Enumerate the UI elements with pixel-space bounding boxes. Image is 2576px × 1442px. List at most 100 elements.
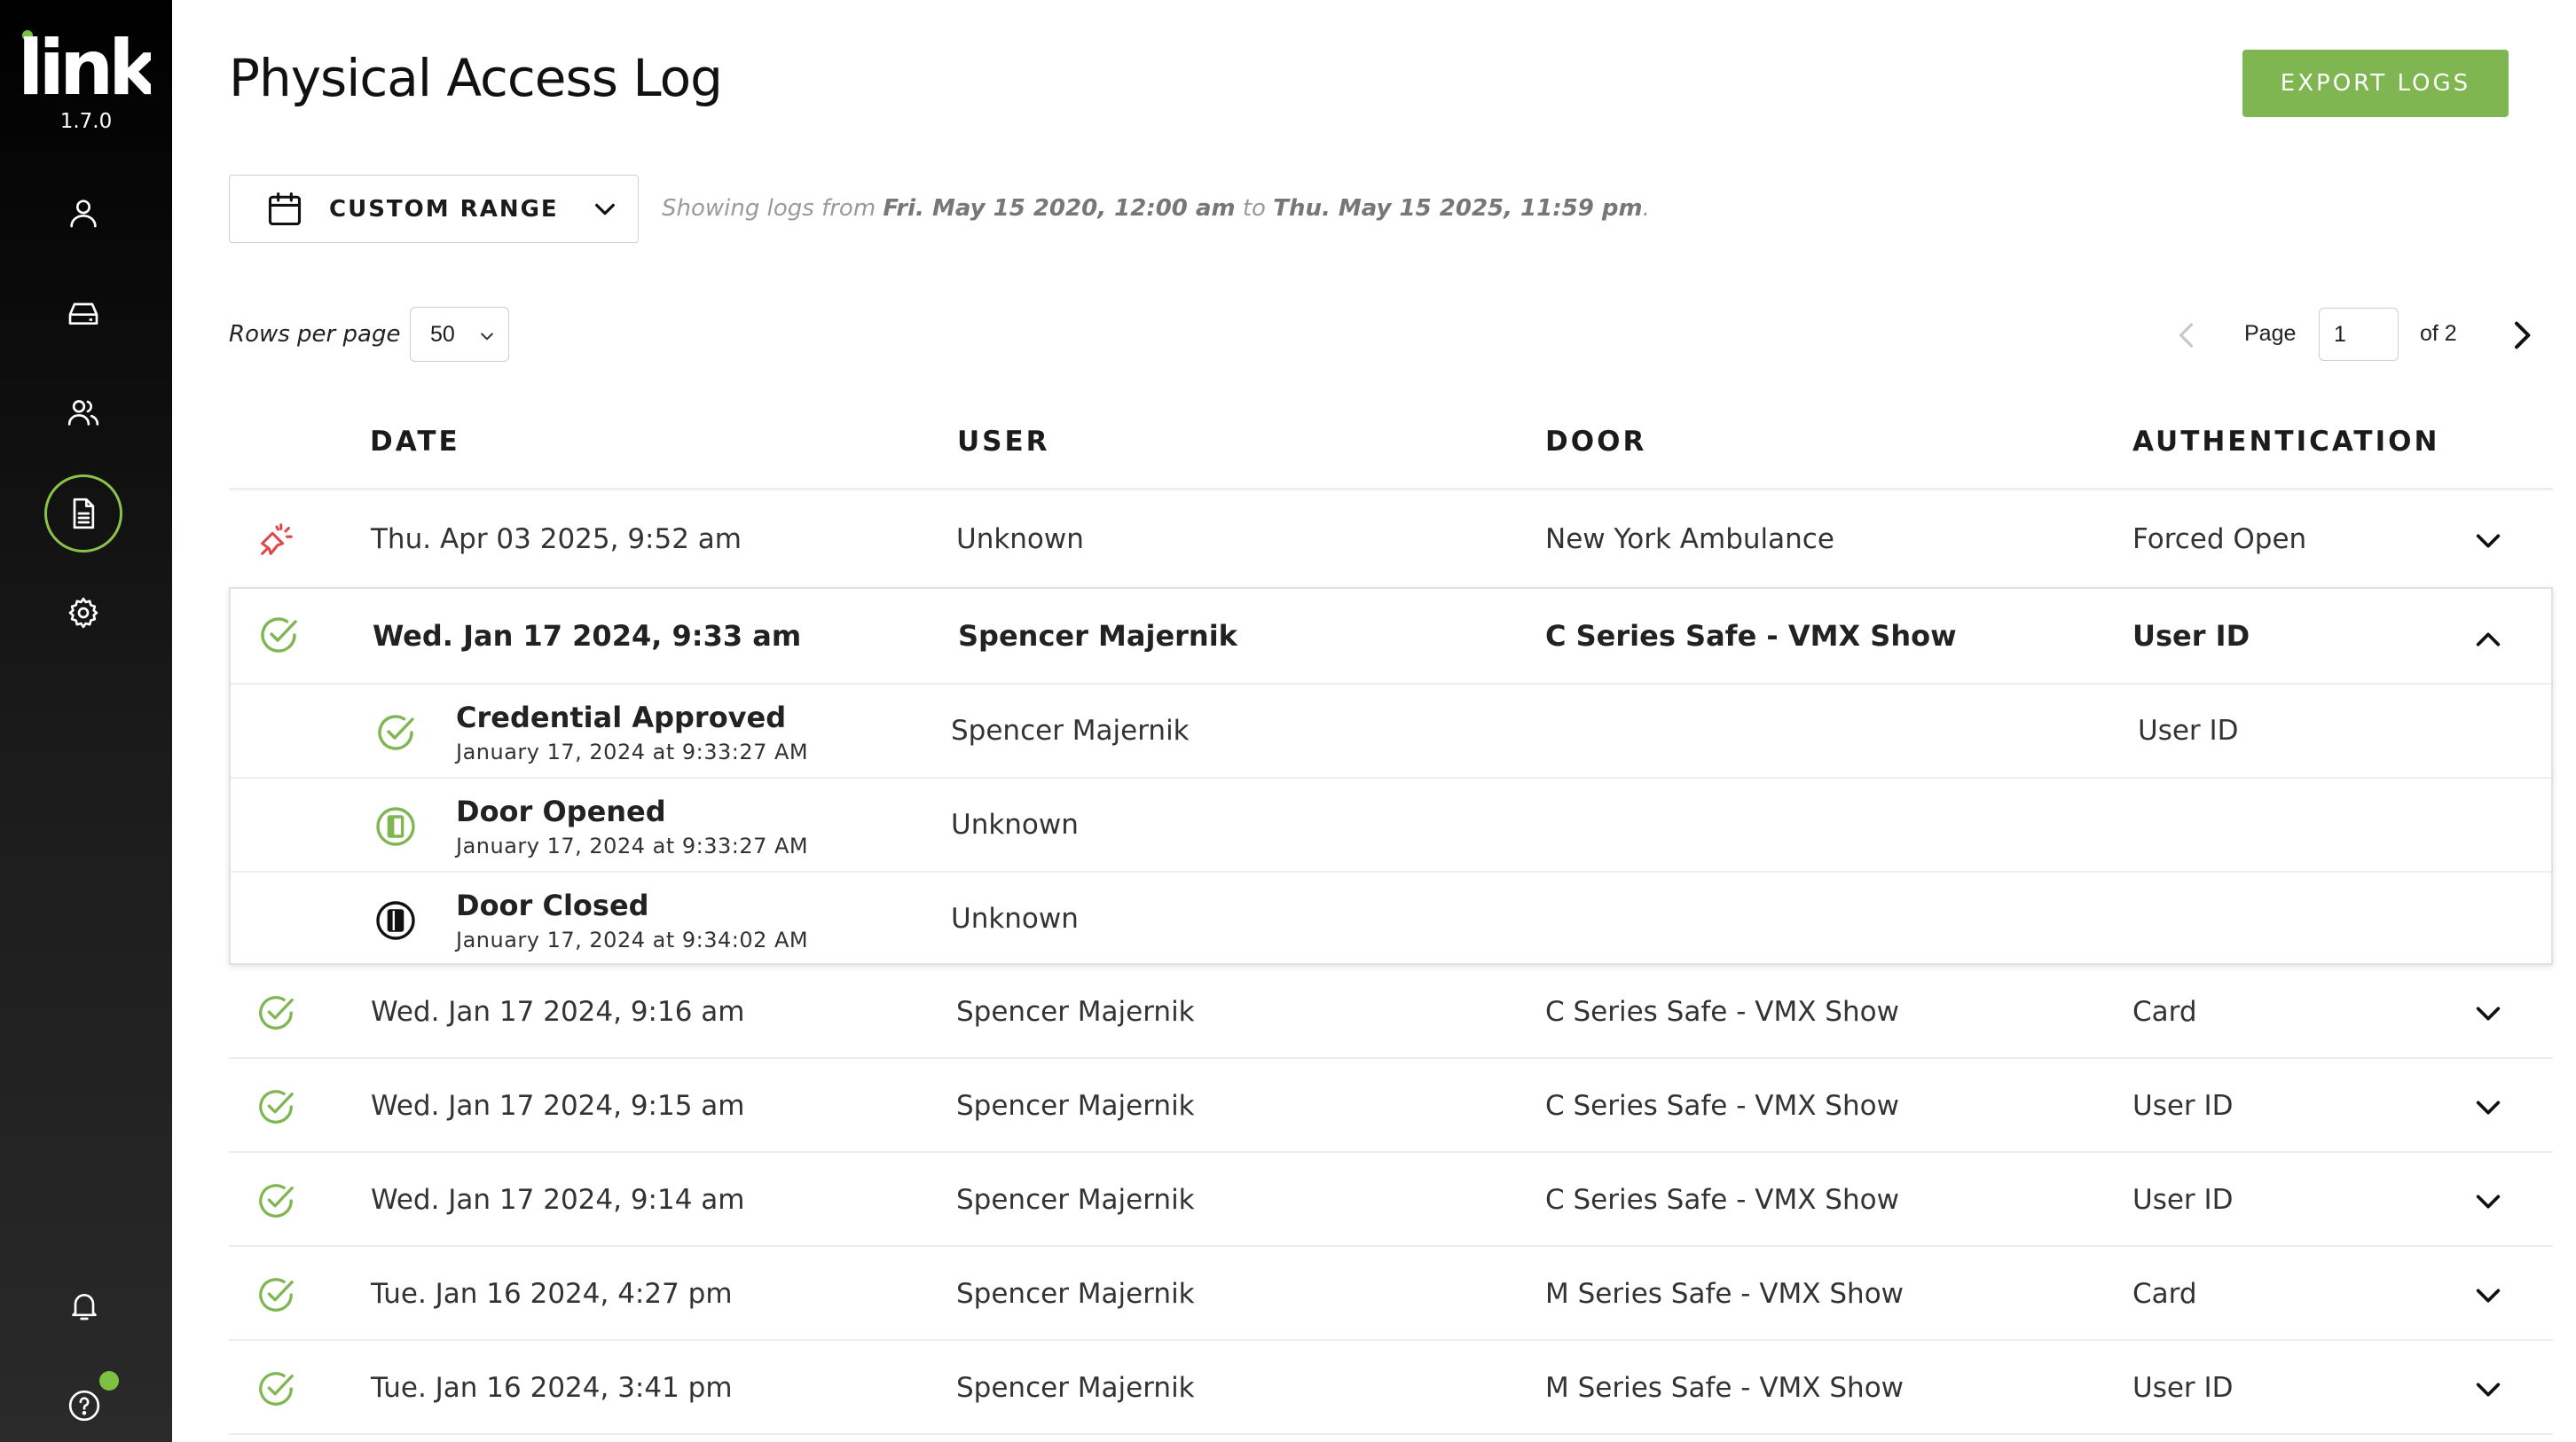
event-credential-approved: Credential Approved January 17, 2024 at …: [231, 683, 2551, 777]
row-door: C Series Safe - VMX Show: [1545, 996, 1899, 1028]
chevron-down-icon[interactable]: [2473, 1093, 2503, 1123]
event-time: January 17, 2024 at 9:33:27 AM: [456, 834, 809, 858]
table-row[interactable]: Wed. Jan 17 2024, 9:33 am Spencer Majern…: [231, 589, 2551, 683]
chevron-down-icon[interactable]: [2473, 1375, 2503, 1405]
table-row[interactable]: Tue. Jan 16 2024, 3:41 pm Spencer Majern…: [229, 1341, 2553, 1435]
custom-range-dropdown[interactable]: CUSTOM RANGE: [229, 175, 639, 243]
event-door-closed: Door Closed January 17, 2024 at 9:34:02 …: [231, 871, 2551, 965]
door-opened-icon: [376, 807, 415, 846]
page-number-input[interactable]: [2319, 308, 2399, 361]
prev-page-button[interactable]: [2172, 319, 2203, 351]
device-icon: [68, 302, 98, 325]
sidebar-item-devices[interactable]: [44, 274, 122, 352]
row-date: Wed. Jan 17 2024, 9:16 am: [371, 996, 745, 1028]
app-version: 1.7.0: [59, 110, 113, 133]
column-header-date[interactable]: DATE: [370, 426, 460, 458]
sidebar-item-users[interactable]: [44, 373, 122, 451]
table-row[interactable]: Wed. Jan 17 2024, 9:15 am Spencer Majern…: [229, 1059, 2553, 1153]
row-door: M Series Safe - VMX Show: [1545, 1278, 1905, 1310]
row-date: Wed. Jan 17 2024, 9:15 am: [371, 1090, 745, 1122]
help-icon: [68, 1390, 100, 1422]
rows-per-page-label: Rows per page: [229, 321, 401, 348]
row-date: Thu. Apr 03 2025, 9:52 am: [371, 523, 742, 555]
event-time: January 17, 2024 at 9:34:02 AM: [456, 928, 809, 952]
row-date: Wed. Jan 17 2024, 9:33 am: [373, 619, 802, 653]
custom-range-label: CUSTOM RANGE: [329, 195, 559, 223]
export-logs-button[interactable]: EXPORT LOGS: [2242, 50, 2509, 117]
row-door: C Series Safe - VMX Show: [1545, 1184, 1899, 1216]
row-user: Spencer Majernik: [956, 1090, 1195, 1122]
users-icon: [67, 400, 99, 426]
gear-icon: [68, 597, 98, 629]
row-authentication: User ID: [2132, 1372, 2234, 1404]
page-total: of 2: [2420, 321, 2457, 346]
page-label: Page: [2244, 321, 2297, 346]
check-circle-icon: [259, 1090, 294, 1124]
event-authentication: User ID: [2138, 715, 2239, 747]
event-time: January 17, 2024 at 9:33:27 AM: [456, 740, 809, 764]
check-circle-icon: [259, 1372, 294, 1406]
column-header-door[interactable]: DOOR: [1545, 426, 1646, 458]
range-to: Thu. May 15 2025, 11:59 pm: [1273, 195, 1643, 222]
column-header-authentication[interactable]: AUTHENTICATION: [2132, 426, 2439, 458]
rows-per-page-select[interactable]: 50: [410, 307, 509, 362]
sidebar-item-logs[interactable]: [44, 474, 122, 553]
row-user: Spencer Majernik: [956, 1278, 1195, 1310]
forced-open-alert-icon: [261, 523, 293, 555]
chevron-down-icon[interactable]: [2473, 1187, 2503, 1217]
row-user: Spencer Majernik: [956, 1372, 1195, 1404]
event-title: Door Closed: [456, 889, 649, 922]
row-divider: [229, 1433, 2553, 1435]
chevron-down-icon[interactable]: [2473, 526, 2503, 556]
sidebar-item-settings[interactable]: [44, 574, 122, 652]
table-row[interactable]: Wed. Jan 17 2024, 9:14 am Spencer Majern…: [229, 1153, 2553, 1247]
check-circle-icon: [259, 1184, 294, 1218]
page-title: Physical Access Log: [229, 48, 723, 108]
event-user: Spencer Majernik: [951, 715, 1190, 747]
row-authentication: User ID: [2132, 1090, 2234, 1122]
door-closed-icon: [376, 901, 415, 940]
row-date: Tue. Jan 16 2024, 3:41 pm: [371, 1372, 733, 1404]
chevron-down-icon[interactable]: [2473, 1281, 2503, 1311]
row-user: Unknown: [956, 523, 1084, 555]
event-user: Unknown: [951, 903, 1079, 935]
row-date: Tue. Jan 16 2024, 4:27 pm: [371, 1278, 733, 1310]
notifications-button[interactable]: [49, 1270, 120, 1341]
sidebar: link 1.7.0: [0, 0, 172, 1442]
row-authentication: Card: [2132, 1278, 2197, 1310]
next-page-button[interactable]: [2503, 317, 2539, 353]
notification-dot: [99, 1371, 119, 1391]
check-circle-icon: [259, 996, 294, 1030]
chevron-down-icon: [481, 333, 493, 341]
row-door: M Series Safe - VMX Show: [1545, 1372, 1905, 1404]
table-row[interactable]: Wed. Jan 17 2024, 9:16 am Spencer Majern…: [229, 965, 2553, 1059]
row-door: C Series Safe - VMX Show: [1545, 619, 1957, 653]
table-row[interactable]: Thu. Apr 03 2025, 9:52 am Unknown New Yo…: [229, 492, 2553, 586]
row-authentication: User ID: [2132, 1184, 2234, 1216]
expanded-log-row: Wed. Jan 17 2024, 9:33 am Spencer Majern…: [229, 587, 2553, 965]
check-circle-icon: [378, 715, 414, 750]
column-header-user[interactable]: USER: [957, 426, 1050, 458]
chevron-up-icon[interactable]: [2473, 624, 2503, 654]
event-door-opened: Door Opened January 17, 2024 at 9:33:27 …: [231, 777, 2551, 871]
row-date: Wed. Jan 17 2024, 9:14 am: [371, 1184, 745, 1216]
logs-icon: [73, 498, 95, 529]
check-circle-icon: [261, 617, 297, 653]
row-authentication: Card: [2132, 996, 2197, 1028]
row-user: Spencer Majernik: [956, 1184, 1195, 1216]
row-user: Spencer Majernik: [956, 996, 1195, 1028]
user-icon: [70, 200, 97, 228]
table-row[interactable]: Tue. Jan 16 2024, 4:27 pm Spencer Majern…: [229, 1247, 2553, 1341]
check-circle-icon: [259, 1278, 294, 1312]
bell-icon: [72, 1294, 97, 1321]
link-logo: link: [18, 25, 151, 105]
row-user: Spencer Majernik: [958, 619, 1237, 653]
sidebar-item-user[interactable]: [44, 174, 122, 252]
row-door: New York Ambulance: [1545, 523, 1834, 555]
svg-text:link: link: [18, 25, 151, 105]
range-from: Fri. May 15 2020, 12:00 am: [883, 195, 1236, 222]
chevron-down-icon[interactable]: [2473, 999, 2503, 1029]
row-authentication: Forced Open: [2132, 523, 2307, 555]
event-user: Unknown: [951, 809, 1079, 841]
header-divider: [229, 488, 2553, 490]
